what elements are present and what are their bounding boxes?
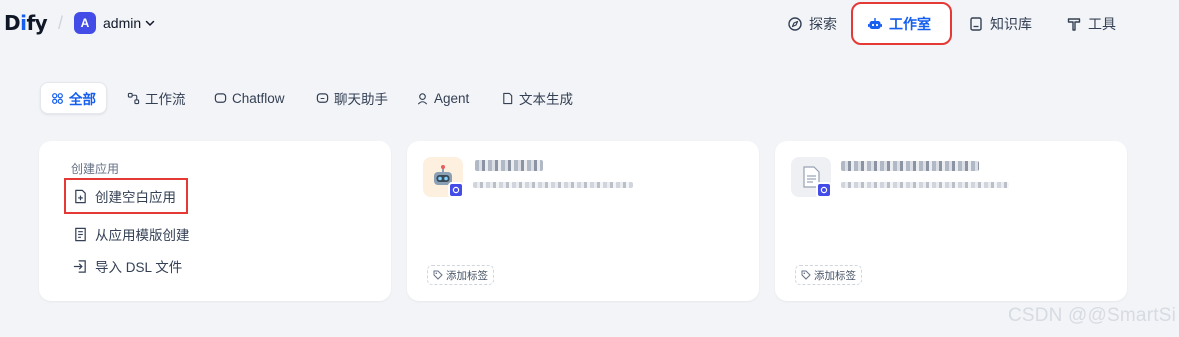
hammer-icon: [1066, 16, 1082, 32]
template-icon: [73, 227, 88, 242]
add-tag-label: 添加标签: [814, 269, 856, 282]
create-blank-app-label: 创建空白应用: [95, 190, 176, 205]
tab-chatflow-label: Chatflow: [232, 90, 285, 106]
logo-text-fy: fy: [26, 11, 48, 35]
breadcrumb-divider: /: [58, 13, 64, 33]
app-card[interactable]: 添加标签: [407, 141, 759, 301]
nav-explore[interactable]: 探索: [775, 6, 849, 42]
app-card[interactable]: 添加标签: [775, 141, 1127, 301]
chat-bot-icon: [316, 92, 329, 105]
chatflow-badge-icon: [448, 182, 464, 198]
nav-tools-label: 工具: [1088, 16, 1116, 32]
workspace-name[interactable]: admin: [103, 15, 141, 31]
chevron-down-icon[interactable]: [144, 17, 156, 29]
top-header: Dify / A admin 探索 工作室 知识库 工具: [0, 0, 1179, 48]
watermark: CSDN @@SmartSi: [1007, 305, 1176, 326]
tab-agent-label: Agent: [434, 90, 470, 106]
tab-chatflow[interactable]: Chatflow: [204, 82, 295, 114]
compass-icon: [787, 16, 803, 32]
tab-workflow-label: 工作流: [145, 92, 186, 107]
document-icon: [501, 92, 514, 105]
nav-knowledge[interactable]: 知识库: [956, 6, 1044, 42]
chatflow-badge-icon: [816, 182, 832, 198]
tab-chatbot-label: 聊天助手: [334, 92, 388, 107]
create-from-template-label: 从应用模版创建: [95, 228, 190, 243]
grid-icon: [51, 92, 64, 105]
app-name-redacted: [475, 160, 543, 171]
nav-explore-label: 探索: [809, 16, 837, 32]
tab-text-generation[interactable]: 文本生成: [491, 82, 583, 114]
nav-studio[interactable]: 工作室: [851, 2, 952, 45]
tab-all-label: 全部: [69, 92, 96, 107]
new-file-icon: [73, 189, 88, 204]
workflow-icon: [127, 92, 140, 105]
dify-logo[interactable]: Dify: [4, 11, 48, 35]
agent-icon: [416, 92, 429, 105]
nav-tools[interactable]: 工具: [1054, 6, 1128, 42]
app-description-redacted: [841, 182, 1009, 188]
book-icon: [968, 16, 984, 32]
import-dsl-button[interactable]: 导入 DSL 文件: [67, 253, 188, 279]
create-blank-app-button[interactable]: 创建空白应用: [64, 178, 188, 214]
tab-text-generation-label: 文本生成: [519, 92, 573, 107]
create-app-title: 创建应用: [71, 162, 120, 176]
nav-knowledge-label: 知识库: [990, 16, 1032, 32]
import-dsl-label: 导入 DSL 文件: [95, 260, 183, 275]
tag-icon: [433, 270, 443, 280]
tag-icon: [801, 270, 811, 280]
add-tag-label: 添加标签: [446, 269, 488, 282]
tab-agent[interactable]: Agent: [406, 82, 479, 114]
nav-studio-label: 工作室: [889, 15, 931, 32]
tab-chatbot[interactable]: 聊天助手: [306, 82, 398, 114]
create-app-card: 创建应用 创建空白应用 从应用模版创建 导入 DSL 文件: [39, 141, 391, 301]
add-tag-button[interactable]: 添加标签: [427, 265, 494, 285]
tab-all[interactable]: 全部: [40, 82, 107, 114]
add-tag-button[interactable]: 添加标签: [795, 265, 862, 285]
create-from-template-button[interactable]: 从应用模版创建: [67, 221, 196, 247]
logo-text-d: D: [4, 11, 21, 35]
import-icon: [73, 259, 88, 274]
tab-workflow[interactable]: 工作流: [117, 82, 196, 114]
app-description-redacted: [473, 182, 633, 188]
app-name-redacted: [841, 161, 979, 171]
chat-bubble-icon: [214, 92, 227, 105]
robot-icon: [867, 16, 883, 32]
workspace-avatar[interactable]: A: [74, 12, 96, 34]
